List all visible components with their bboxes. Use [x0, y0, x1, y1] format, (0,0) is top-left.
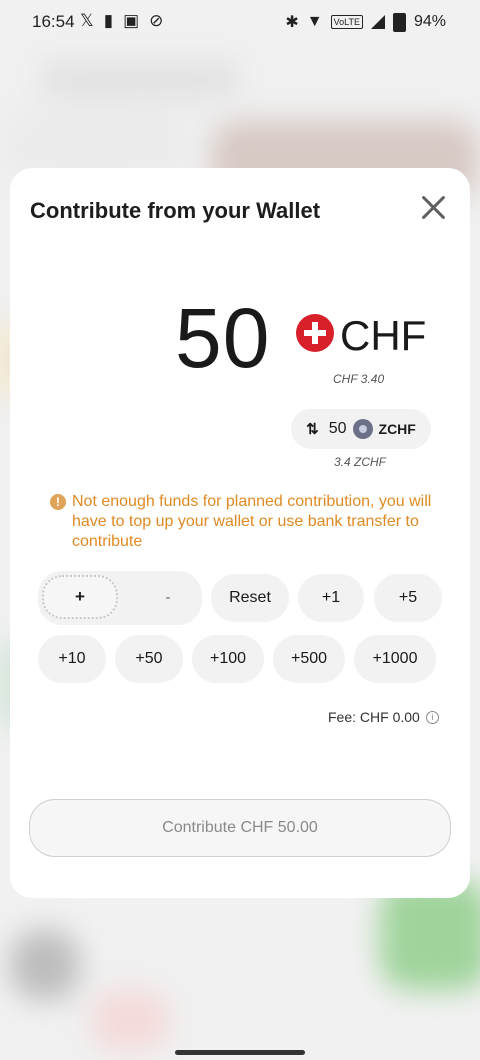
info-icon[interactable]: i: [425, 710, 439, 724]
add-1000-button[interactable]: +1000: [354, 635, 436, 683]
sign-toggle: + -: [38, 571, 202, 625]
status-time: 16:54: [32, 12, 75, 31]
reset-button[interactable]: Reset: [211, 574, 289, 622]
fee-text: Fee: CHF 0.00: [328, 709, 420, 725]
x-icon: 𝕏: [80, 11, 94, 30]
conversion-token: ZCHF: [378, 421, 416, 437]
bookmark-icon: ▮: [103, 11, 114, 30]
news-icon: ▣: [123, 11, 140, 30]
add-500-button[interactable]: +500: [273, 635, 345, 683]
swiss-flag-icon: [296, 314, 334, 352]
add-5-button[interactable]: +5: [374, 574, 442, 622]
system-icons: ✱ ▼ VoLTE 94%: [285, 12, 446, 32]
status-bar: 16:54 𝕏 ▮ ▣ ⊘ ✱ ▼ VoLTE 94%: [0, 0, 480, 44]
volte-icon: VoLTE: [330, 15, 363, 29]
contribute-button[interactable]: Contribute CHF 50.00: [29, 799, 451, 857]
close-icon[interactable]: [420, 194, 446, 220]
warning-icon: !: [50, 494, 66, 510]
wifi-icon: ▼: [306, 13, 323, 30]
add-1-button[interactable]: +1: [298, 574, 364, 622]
conversion-toggle-button[interactable]: ⇅ 50 ZCHF: [291, 409, 431, 449]
notification-icons: 𝕏 ▮ ▣ ⊘: [80, 11, 163, 31]
conversion-sub: 3.4 ZCHF: [334, 455, 387, 469]
amount-chf-sub: CHF 3.40: [333, 372, 385, 386]
add-100-button[interactable]: +100: [192, 635, 264, 683]
contribute-sheet: Contribute from your Wallet 50 CHF CHF 3…: [10, 168, 470, 898]
home-indicator[interactable]: [175, 1050, 305, 1055]
plus-toggle-button[interactable]: +: [42, 575, 118, 619]
swap-icon: ⇅: [306, 421, 319, 438]
add-10-button[interactable]: +10: [38, 635, 106, 683]
add-50-button[interactable]: +50: [115, 635, 183, 683]
sheet-title: Contribute from your Wallet: [30, 198, 321, 223]
battery-icon: [392, 12, 406, 32]
signal-icon: [370, 15, 385, 29]
warning-message: Not enough funds for planned contributio…: [72, 493, 432, 550]
currency-label[interactable]: CHF: [340, 312, 426, 360]
bluetooth-icon: ✱: [285, 14, 299, 31]
blocked-icon: ⊘: [149, 11, 164, 30]
amount-display[interactable]: 50: [175, 290, 270, 387]
conversion-value: 50: [328, 420, 347, 437]
minus-toggle-button[interactable]: -: [138, 575, 198, 619]
battery-level: 94%: [413, 13, 446, 30]
zchf-token-icon: [352, 419, 373, 439]
fee-row: Fee: CHF 0.00 i: [328, 709, 439, 725]
